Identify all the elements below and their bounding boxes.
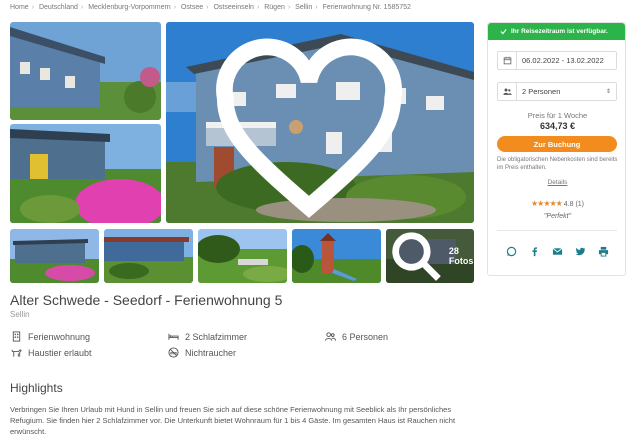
booking-panel: Ihr Reisezeitraum ist verfügbar. 06.02.2…: [487, 22, 626, 276]
print-icon[interactable]: [597, 245, 609, 257]
feature-persons-label: 6 Personen: [342, 331, 389, 342]
feature-pets: Haustier erlaubt: [11, 347, 92, 358]
price-note: Die obligatorischen Nebenkosten sind ber…: [497, 157, 618, 171]
twitter-icon[interactable]: [574, 245, 586, 257]
highlights-heading: Highlights: [10, 381, 63, 395]
details-link[interactable]: Details: [488, 179, 627, 186]
highlights-text: Verbringen Sie Ihren Urlaub mit Hund in …: [10, 405, 456, 436]
gallery-thumbnail-1[interactable]: [10, 229, 99, 283]
bed-icon: [168, 333, 179, 340]
breadcrumb-islands[interactable]: Ostseeinseln: [213, 4, 253, 11]
more-photos-label: 28 Fotos: [448, 246, 474, 266]
breadcrumb-state[interactable]: Mecklenburg-Vorpommern: [88, 4, 170, 11]
whatsapp-icon[interactable]: [505, 245, 517, 257]
breadcrumb-region[interactable]: Ostsee: [181, 4, 203, 11]
availability-text: Ihr Reisezeitraum ist verfügbar.: [511, 28, 608, 35]
checkmark-icon: [500, 29, 507, 35]
building-icon: [12, 331, 21, 342]
listing-title: Alter Schwede - Seedorf - Ferienwohnung …: [10, 292, 283, 308]
availability-banner: Ihr Reisezeitraum ist verfügbar.: [488, 23, 625, 40]
email-icon[interactable]: [551, 245, 563, 257]
chevron-updown-icon: ⇕: [606, 89, 612, 95]
favorite-heart-icon[interactable]: [166, 31, 463, 223]
rating[interactable]: ★★★★★ 4.8 (1): [488, 199, 627, 208]
divider: [497, 230, 617, 231]
no-smoking-icon: [168, 347, 179, 358]
breadcrumb-current: Ferienwohnung Nr. 1585752: [322, 4, 411, 11]
breadcrumb: Home › Deutschland › Mecklenburg-Vorpommer…: [10, 4, 411, 11]
breadcrumb-town[interactable]: Sellin: [295, 4, 312, 11]
dog-icon: [11, 349, 22, 357]
price-value: 634,73 €: [539, 121, 576, 131]
rating-quote: "Perfekt": [543, 213, 572, 220]
calendar-icon: [503, 56, 511, 65]
people-icon: [325, 332, 336, 341]
gallery-thumbnail-3[interactable]: [198, 229, 287, 283]
listing-location: Sellin: [10, 310, 30, 319]
feature-bedrooms-label: 2 Schlafzimmer: [185, 331, 248, 342]
feature-smoking: Nichtraucher: [168, 347, 236, 358]
book-button[interactable]: Zur Buchung: [497, 136, 617, 152]
gallery-photo-house-side[interactable]: [10, 22, 161, 120]
price-label: Preis für 1 Woche: [527, 111, 588, 120]
feature-smoking-label: Nichtraucher: [185, 347, 237, 358]
gallery-thumbnail-4[interactable]: [292, 229, 381, 283]
guests-icon: [502, 88, 512, 95]
feature-type-label: Ferienwohnung: [28, 331, 91, 342]
feature-type: Ferienwohnung: [11, 331, 90, 342]
gallery-thumbnail-2[interactable]: [104, 229, 193, 283]
feature-bedrooms: 2 Schlafzimmer: [168, 331, 247, 342]
breadcrumb-country[interactable]: Deutschland: [39, 4, 78, 11]
share-bar: [505, 245, 609, 257]
search-icon: [392, 232, 441, 281]
date-range-value: 06.02.2022 - 13.02.2022: [522, 56, 604, 65]
breadcrumb-island[interactable]: Rügen: [264, 4, 285, 11]
date-range-field[interactable]: 06.02.2022 - 13.02.2022: [497, 51, 617, 70]
breadcrumb-home[interactable]: Home: [10, 4, 29, 11]
guests-value: 2 Personen: [522, 87, 561, 96]
rating-value: 4.8 (1): [563, 201, 585, 208]
rating-stars-icon: ★★★★★: [530, 199, 563, 208]
gallery-photo-main-house[interactable]: [166, 22, 474, 223]
gallery-thumbnail-more[interactable]: 28 Fotos: [386, 229, 474, 283]
feature-pets-label: Haustier erlaubt: [28, 347, 92, 358]
guests-select[interactable]: 2 Personen ⇕: [497, 82, 617, 101]
gallery-photo-garden-flowers[interactable]: [10, 124, 161, 223]
facebook-icon[interactable]: [528, 245, 540, 257]
more-photos-overlay[interactable]: 28 Fotos: [386, 229, 474, 283]
feature-persons: 6 Personen: [325, 331, 388, 342]
